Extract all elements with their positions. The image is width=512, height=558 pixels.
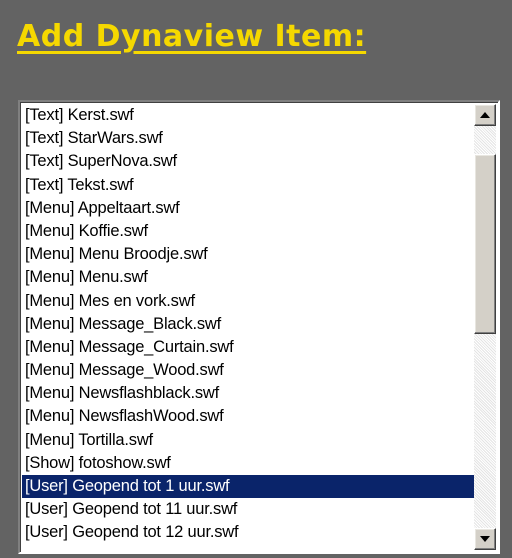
- list-item[interactable]: [Menu] Menu Broodje.swf: [22, 243, 476, 266]
- list-item[interactable]: [Text] SuperNova.swf: [22, 150, 476, 173]
- vertical-scrollbar[interactable]: [474, 104, 496, 550]
- list-item[interactable]: [User] Geopend tot 11 uur.swf: [22, 498, 476, 521]
- list-item[interactable]: [User] Geopend tot 1 uur.swf: [22, 475, 476, 499]
- list-item[interactable]: [Menu] Tortilla.swf: [22, 429, 476, 452]
- arrow-up-icon: [480, 112, 490, 118]
- list-item[interactable]: [Menu] Message_Wood.swf: [22, 359, 476, 382]
- list-item[interactable]: [Text] StarWars.swf: [22, 127, 476, 150]
- arrow-down-icon: [480, 536, 490, 542]
- list-item[interactable]: [Show] fotoshow.swf: [22, 452, 476, 475]
- list-item[interactable]: [Menu] Appeltaart.swf: [22, 197, 476, 220]
- scrollbar-thumb[interactable]: [474, 154, 496, 334]
- list-item[interactable]: [User] Geopend tot 12 uur.swf: [22, 521, 476, 544]
- list-item[interactable]: [Menu] Mes en vork.swf: [22, 290, 476, 313]
- list-item[interactable]: [Menu] Menu.swf: [22, 266, 476, 289]
- list-item[interactable]: [Text] Kerst.swf: [22, 104, 476, 127]
- scroll-up-button[interactable]: [474, 104, 496, 126]
- item-list: [Text] Kerst.swf [Text] StarWars.swf [Text…: [22, 104, 476, 545]
- list-item[interactable]: [Menu] Koffie.swf: [22, 220, 476, 243]
- list-item[interactable]: [Menu] NewsflashWood.swf: [22, 405, 476, 428]
- list-item[interactable]: [Menu] Newsflashblack.swf: [22, 382, 476, 405]
- list-item[interactable]: [Text] Tekst.swf: [22, 174, 476, 197]
- list-item[interactable]: [Menu] Message_Black.swf: [22, 313, 476, 336]
- panel-title: Add Dynaview Item:: [17, 19, 367, 54]
- dynaview-item-listbox[interactable]: [Text] Kerst.swf [Text] StarWars.swf [Text…: [18, 100, 500, 554]
- list-item[interactable]: [Menu] Message_Curtain.swf: [22, 336, 476, 359]
- scroll-down-button[interactable]: [474, 528, 496, 550]
